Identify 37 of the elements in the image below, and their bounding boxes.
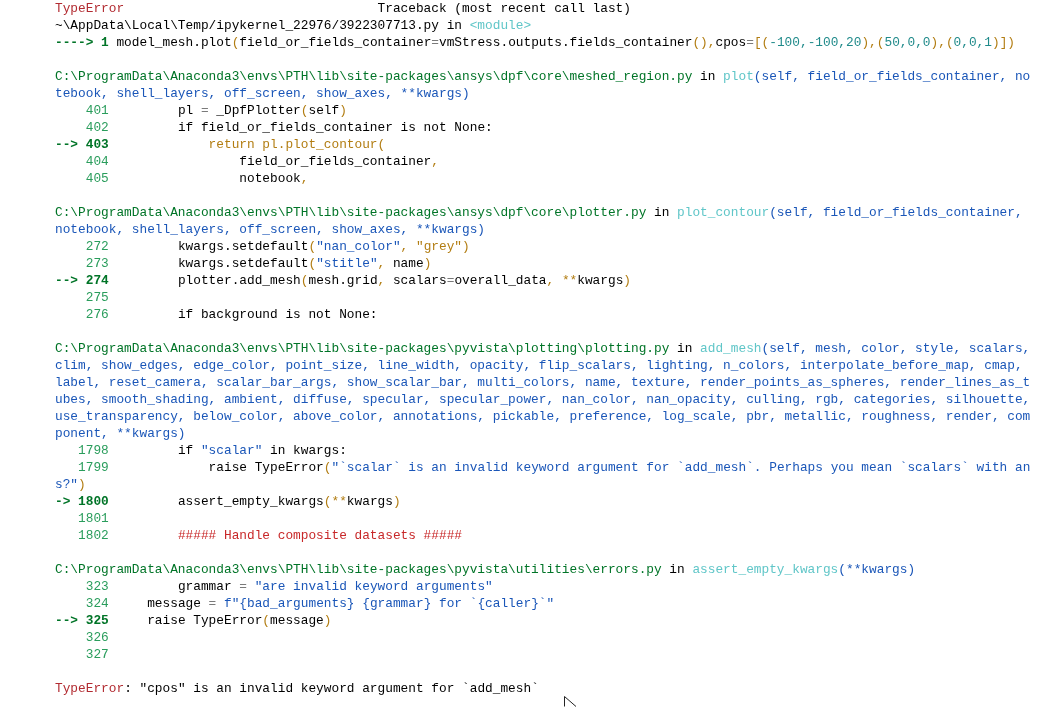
traceback-line: 324 message = f"{bad_arguments} {grammar} for `{caller}`": [84, 595, 555, 612]
traceback-line: C:\ProgramData\Anaconda3\envs\PTH\lib\site-packages\ansys\dpf\core\plotter.py in plot_contour(self, field_or_fields_container,: [55, 204, 1023, 221]
traceback-line: 1799 raise TypeError("`scalar` is an invalid keyword argument for `add_mesh`. Perhaps you mean `scalars` with an: [77, 459, 1031, 476]
traceback-line: 323 grammar = "are invalid keyword arguments": [84, 578, 493, 595]
traceback-line: notebook, shell_layers, off_screen, show_axes, **kwargs): [55, 221, 486, 238]
traceback-line: C:\ProgramData\Anaconda3\envs\PTH\lib\site-packages\ansys\dpf\core\meshed_region.py in plot(self, field_or_fields_container, no: [55, 68, 1031, 85]
traceback-line: 401 pl = _DpfPlotter(self): [84, 102, 347, 119]
traceback-line: --> 325 raise TypeError(message): [55, 612, 332, 629]
traceback-line: 1801: [77, 510, 109, 527]
traceback-line: label, reset_camera, scalar_bar_args, show_scalar_bar, multi_colors, name, texture, render_points_as_spheres, render_lines_as_t: [55, 374, 1031, 391]
traceback-line: 326: [84, 629, 109, 646]
traceback-line: clim, show_edges, edge_color, point_size, line_width, opacity, flip_scalars, lighting, n_colors, interpolate_before_map, cmap,: [55, 357, 1023, 374]
traceback-line: s?"): [55, 476, 86, 493]
traceback-line: 1798 if "scalar" in kwargs:: [77, 442, 347, 459]
traceback-line: TypeError Traceback (most recent call last): [55, 0, 631, 17]
traceback-line: -> 1800 assert_empty_kwargs(**kwargs): [55, 493, 401, 510]
traceback-line: ubes, smooth_shading, ambient, diffuse, specular, specular_power, nan_color, nan_opacity, culling, rgb, categories, silhouette,: [55, 391, 1031, 408]
traceback-line: 273 kwargs.setdefault("stitle", name): [84, 255, 432, 272]
traceback-line: C:\ProgramData\Anaconda3\envs\PTH\lib\site-packages\pyvista\plotting\plotting.py in add_mesh(self, mesh, color, style, scalars,: [55, 340, 1031, 357]
traceback-line: 272 kwargs.setdefault("nan_color", "grey"): [84, 238, 470, 255]
traceback-line: ponent, **kwargs): [55, 425, 186, 442]
traceback-line: 275: [84, 289, 109, 306]
traceback-line: 276 if background is not None:: [84, 306, 378, 323]
traceback-line: --> 274 plotter.add_mesh(mesh.grid, scalars=overall_data, **kwargs): [55, 272, 632, 289]
traceback-line: 402 if field_or_fields_container is not None:: [84, 119, 493, 136]
traceback-line: --> 403 return pl.plot_contour(: [55, 136, 386, 153]
mouse-cursor-icon: [564, 696, 577, 707]
traceback-line: 405 notebook,: [84, 170, 309, 187]
traceback-line: TypeError: "cpos" is an invalid keyword argument for `add_mesh`: [55, 680, 539, 697]
traceback-line: ~\AppData\Local\Temp/ipykernel_22976/3922307713.py in <module>: [55, 17, 532, 34]
traceback-line: 327: [84, 646, 109, 663]
traceback-line: C:\ProgramData\Anaconda3\envs\PTH\lib\site-packages\pyvista\utilities\errors.py in assert_empty_kwargs(**kwargs): [55, 561, 916, 578]
traceback-line: tebook, shell_layers, off_screen, show_axes, **kwargs): [55, 85, 470, 102]
traceback-line: 404 field_or_fields_container,: [84, 153, 439, 170]
traceback-line: use_transparency, below_color, above_color, annotations, pickable, preference, log_scale, pbr, metallic, roughness, render, com: [55, 408, 1031, 425]
traceback-line: ----> 1 model_mesh.plot(field_or_fields_container=vmStress.outputs.fields_container(),cpos=[(-100,-100,20),(50,0,0),(0,0,1)]): [55, 34, 1016, 51]
traceback-line: 1802 ##### Handle composite datasets #####: [77, 527, 463, 544]
